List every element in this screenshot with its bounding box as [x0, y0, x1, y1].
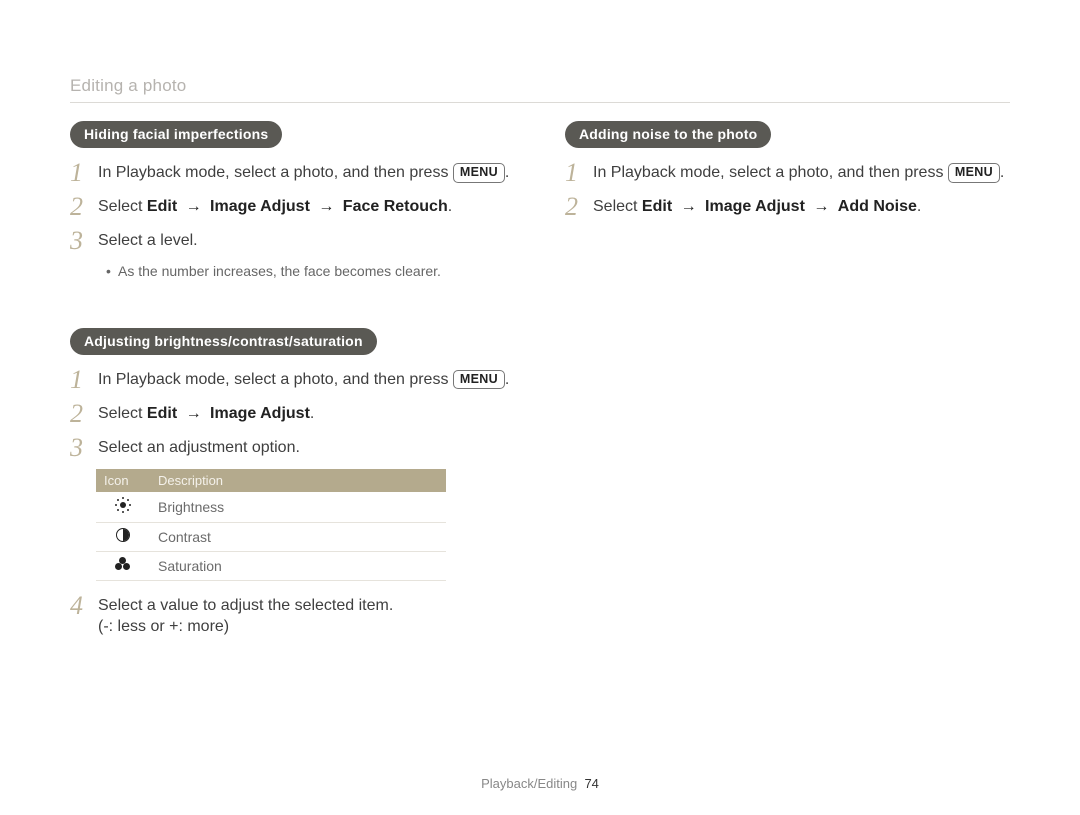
step-line-2: (-: less or +: more) [98, 618, 229, 635]
step-prefix: Select [593, 198, 642, 215]
arrow-icon: → [805, 198, 838, 215]
step-number: 1 [70, 367, 86, 393]
menu-path-edit: Edit [147, 198, 177, 215]
step-row: 2 Select Edit → Image Adjust → Add Noise… [565, 194, 1010, 220]
table-header-icon: Icon [96, 469, 150, 492]
step-text-a: In Playback mode, select a photo, and th… [98, 371, 453, 388]
menu-path-image-adjust: Image Adjust [210, 198, 310, 215]
step-text-b: . [505, 164, 509, 181]
page-footer: Playback/Editing 74 [0, 776, 1080, 791]
step-number: 4 [70, 593, 86, 619]
left-column: Hiding facial imperfections 1 In Playbac… [70, 121, 515, 646]
arrow-icon: → [177, 198, 210, 215]
table-row: Contrast [96, 522, 446, 551]
step-row: 2 Select Edit → Image Adjust. [70, 401, 515, 427]
arrow-icon: → [672, 198, 705, 215]
step-row: 3 Select a level. [70, 228, 515, 254]
step-text: Select a level. [98, 228, 198, 252]
step-text: Select Edit → Image Adjust → Face Retouc… [98, 194, 452, 218]
step-prefix: Select [98, 198, 147, 215]
brightness-icon [96, 492, 150, 523]
step-text-a: In Playback mode, select a photo, and th… [593, 164, 948, 181]
arrow-icon: → [177, 405, 210, 422]
menu-path-image-adjust: Image Adjust [210, 405, 310, 422]
saturation-icon [96, 551, 150, 580]
step-text: Select an adjustment option. [98, 435, 300, 459]
page-header-title: Editing a photo [70, 76, 1010, 96]
step-row: 1 In Playback mode, select a photo, and … [70, 367, 515, 393]
step-row: 2 Select Edit → Image Adjust → Face Reto… [70, 194, 515, 220]
step-line-1: Select a value to adjust the selected it… [98, 597, 393, 614]
menu-path-image-adjust: Image Adjust [705, 198, 805, 215]
table-cell-description: Contrast [150, 522, 446, 551]
contrast-icon [96, 522, 150, 551]
step-suffix: . [310, 405, 314, 422]
step-number: 2 [70, 194, 86, 220]
right-column: Adding noise to the photo 1 In Playback … [565, 121, 1010, 646]
menu-button-label: MENU [453, 370, 505, 390]
step-number: 2 [70, 401, 86, 427]
step-text: Select Edit → Image Adjust. [98, 401, 314, 425]
table-cell-description: Saturation [150, 551, 446, 580]
section-pill-hiding: Hiding facial imperfections [70, 121, 282, 148]
step-note: As the number increases, the face become… [106, 262, 515, 282]
step-prefix: Select [98, 405, 147, 422]
menu-path-face-retouch: Face Retouch [343, 198, 448, 215]
section-pill-noise: Adding noise to the photo [565, 121, 771, 148]
step-text: In Playback mode, select a photo, and th… [98, 367, 509, 391]
arrow-icon: → [310, 198, 343, 215]
step-text: Select Edit → Image Adjust → Add Noise. [593, 194, 921, 218]
menu-path-add-noise: Add Noise [838, 198, 917, 215]
menu-path-edit: Edit [147, 405, 177, 422]
content-columns: Hiding facial imperfections 1 In Playbac… [70, 121, 1010, 646]
step-text: Select a value to adjust the selected it… [98, 593, 393, 638]
step-number: 2 [565, 194, 581, 220]
step-text: In Playback mode, select a photo, and th… [593, 160, 1004, 184]
step-number: 1 [565, 160, 581, 186]
footer-page-number: 74 [584, 776, 598, 791]
step-number: 3 [70, 435, 86, 461]
step-row: 1 In Playback mode, select a photo, and … [565, 160, 1010, 186]
step-text-a: In Playback mode, select a photo, and th… [98, 164, 453, 181]
step-row: 1 In Playback mode, select a photo, and … [70, 160, 515, 186]
menu-path-edit: Edit [642, 198, 672, 215]
table-header-description: Description [150, 469, 446, 492]
step-text-b: . [1000, 164, 1004, 181]
step-text: In Playback mode, select a photo, and th… [98, 160, 509, 184]
step-number: 1 [70, 160, 86, 186]
table-row: Brightness [96, 492, 446, 523]
table-cell-description: Brightness [150, 492, 446, 523]
options-table: Icon Description Brightness Contrast [96, 469, 446, 581]
step-suffix: . [448, 198, 452, 215]
step-number: 3 [70, 228, 86, 254]
manual-page: Editing a photo Hiding facial imperfecti… [0, 0, 1080, 646]
table-row: Saturation [96, 551, 446, 580]
step-suffix: . [917, 198, 921, 215]
header-rule [70, 102, 1010, 103]
footer-section: Playback/Editing [481, 776, 577, 791]
menu-button-label: MENU [453, 163, 505, 183]
step-note-list: As the number increases, the face become… [70, 262, 515, 282]
step-row: 3 Select an adjustment option. [70, 435, 515, 461]
menu-button-label: MENU [948, 163, 1000, 183]
step-row: 4 Select a value to adjust the selected … [70, 593, 515, 638]
section-pill-adjusting: Adjusting brightness/contrast/saturation [70, 328, 377, 355]
step-text-b: . [505, 371, 509, 388]
